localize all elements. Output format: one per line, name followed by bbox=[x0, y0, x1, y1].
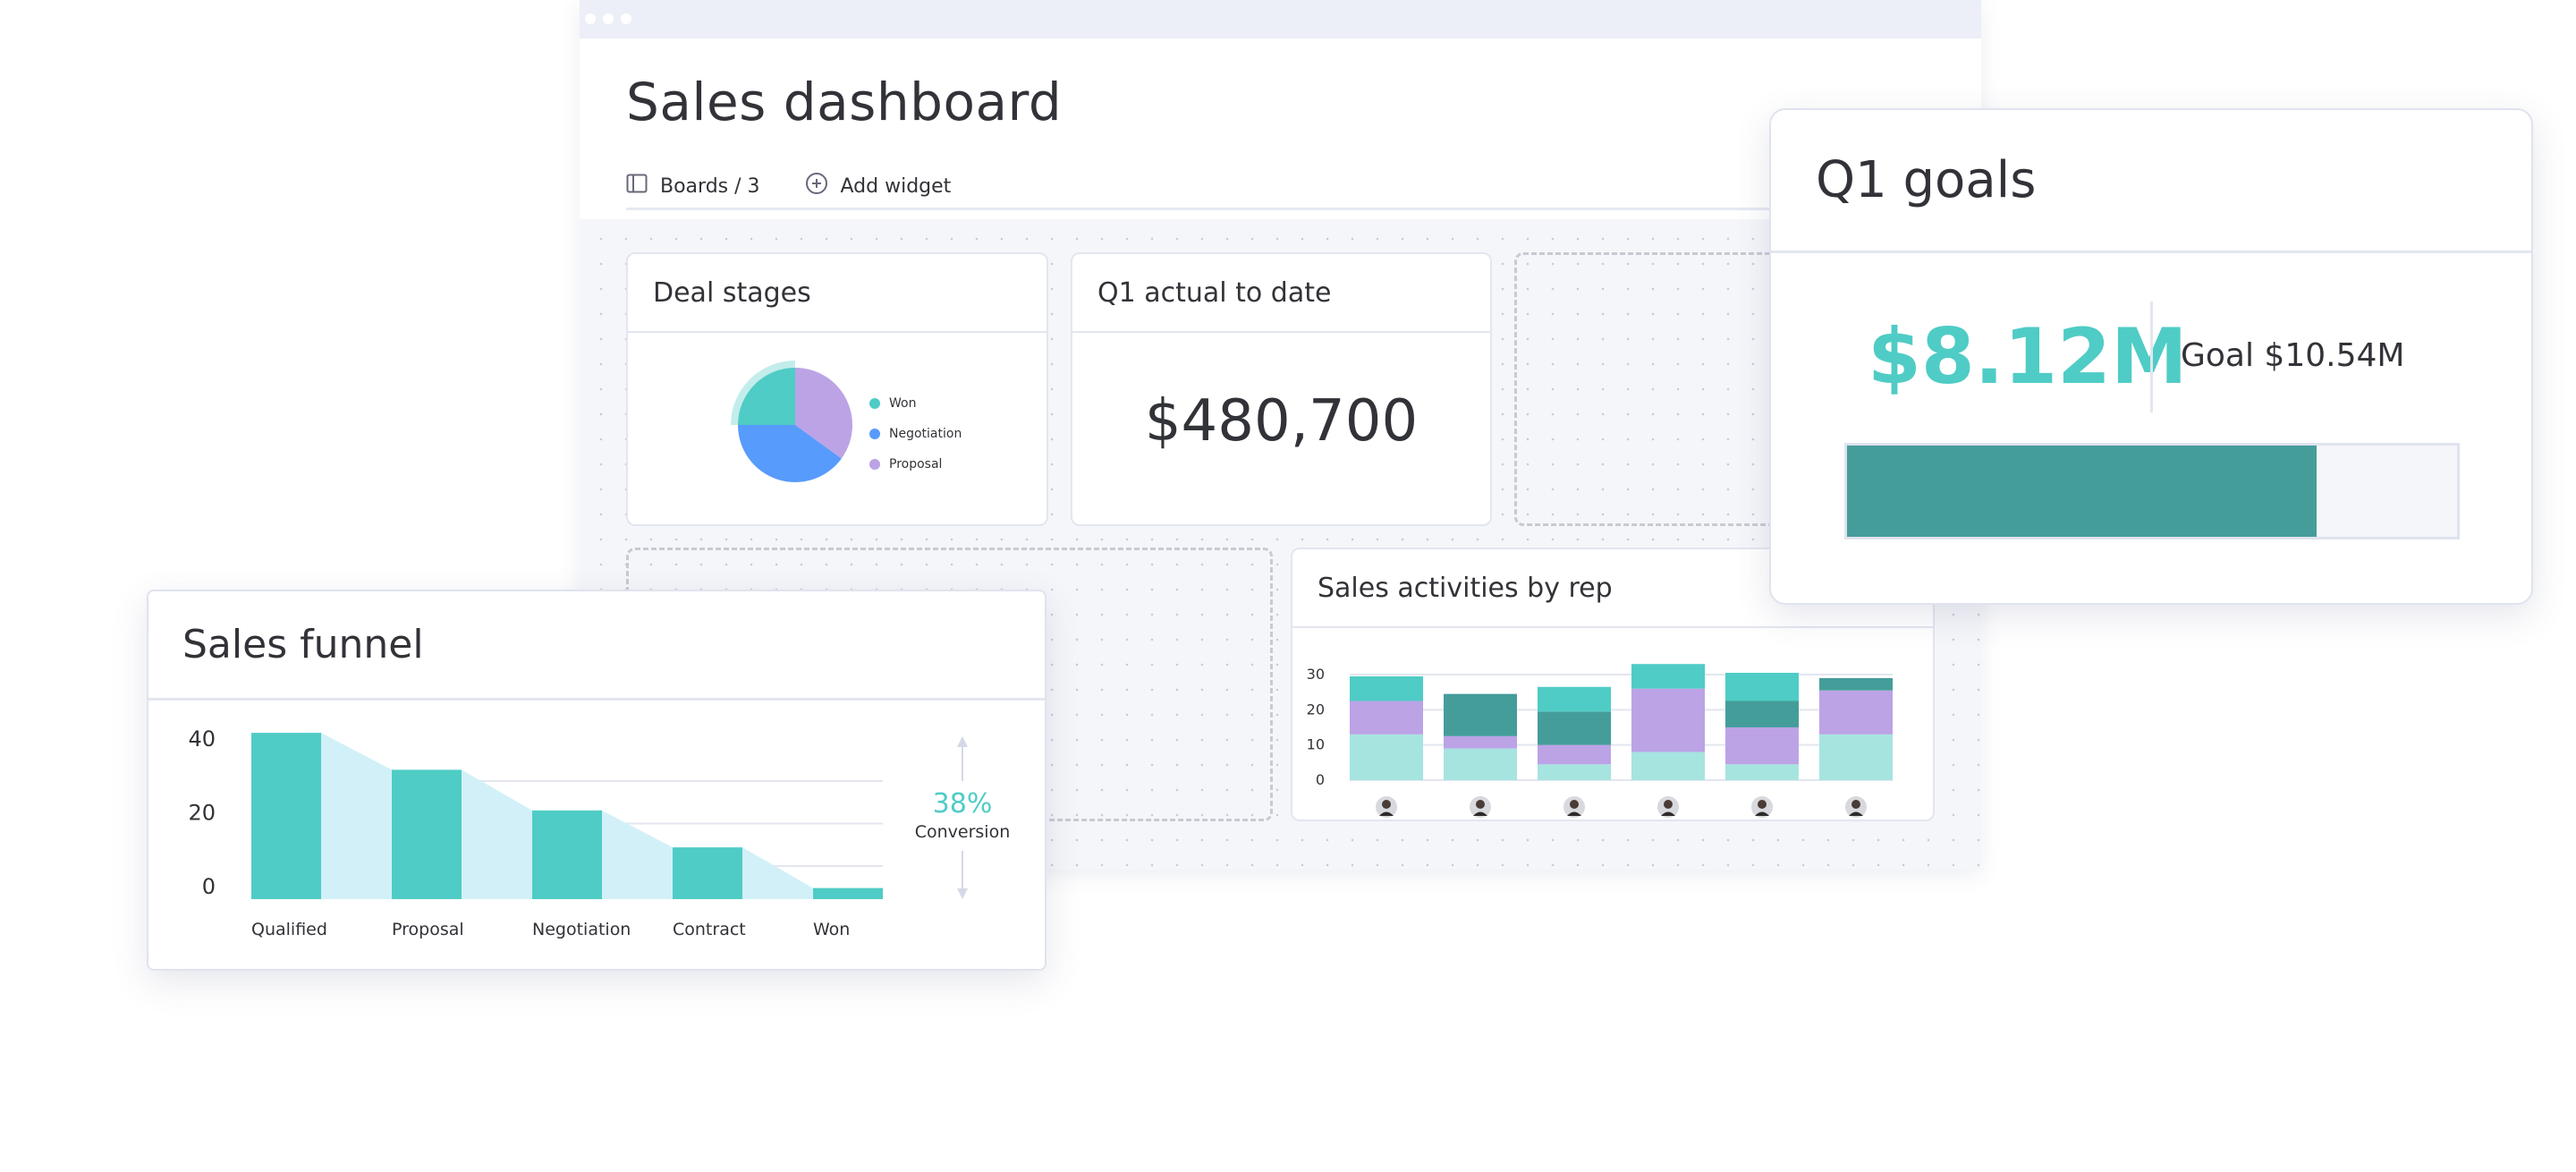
legend-item-won: Won bbox=[869, 388, 962, 419]
activities-y-tick: 20 bbox=[1307, 701, 1325, 718]
window-dot-minimize[interactable] bbox=[603, 13, 614, 24]
conversion-label: Conversion bbox=[914, 822, 1011, 842]
sales-funnel-title: Sales funnel bbox=[148, 591, 1045, 701]
plus-circle-icon bbox=[805, 172, 828, 200]
conversion-value: 38% bbox=[932, 788, 993, 820]
deal-stages-widget[interactable]: Deal stages Won Negotiation Proposal bbox=[626, 252, 1048, 526]
avatar-head-icon bbox=[1476, 800, 1485, 809]
funnel-y-tick: 40 bbox=[188, 726, 216, 752]
q1-goals-title: Q1 goals bbox=[1771, 110, 2531, 253]
activities-y-tick: 30 bbox=[1307, 666, 1325, 683]
conversion-indicator: 38% Conversion bbox=[909, 735, 1016, 904]
activities-segment-teal[interactable] bbox=[1538, 686, 1611, 712]
funnel-x-label: Contract bbox=[673, 920, 746, 939]
activities-segment-dark-teal[interactable] bbox=[1444, 693, 1517, 736]
goal-progress-bar bbox=[1844, 443, 2460, 539]
activities-segment-dark-teal[interactable] bbox=[1819, 677, 1893, 691]
activities-segment-teal[interactable] bbox=[1725, 673, 1799, 701]
activities-segment-purple[interactable] bbox=[1631, 688, 1705, 752]
activities-segment-purple[interactable] bbox=[1725, 727, 1799, 765]
sales-activities-chart: 0 10 20 30 bbox=[1307, 664, 1893, 818]
activities-segment-light-teal[interactable] bbox=[1725, 764, 1799, 780]
legend-dot-proposal bbox=[869, 459, 880, 470]
funnel-bar-negotiation[interactable] bbox=[532, 810, 602, 899]
activities-segment-dark-teal[interactable] bbox=[1538, 711, 1611, 745]
legend-item-negotiation: Negotiation bbox=[869, 419, 962, 449]
q1-goals-target: Goal $10.54M bbox=[2181, 337, 2405, 374]
funnel-x-label: Negotiation bbox=[532, 920, 631, 939]
legend-item-proposal: Proposal bbox=[869, 449, 962, 480]
activities-segment-purple[interactable] bbox=[1444, 735, 1517, 749]
activities-segment-light-teal[interactable] bbox=[1350, 734, 1423, 780]
q1-goals-widget[interactable]: Q1 goals $8.12M Goal $10.54M bbox=[1769, 108, 2533, 605]
add-widget-button[interactable]: Add widget bbox=[805, 172, 952, 200]
funnel-x-label: Proposal bbox=[392, 920, 464, 939]
activities-segment-purple[interactable] bbox=[1350, 701, 1423, 735]
legend-label-proposal: Proposal bbox=[889, 457, 943, 471]
window-titlebar bbox=[580, 0, 1981, 38]
add-widget-label: Add widget bbox=[840, 174, 952, 198]
avatar-head-icon bbox=[1382, 800, 1391, 809]
activities-segment-teal[interactable] bbox=[1350, 675, 1423, 701]
activities-segment-purple[interactable] bbox=[1819, 690, 1893, 735]
pie-slice-won[interactable] bbox=[738, 368, 795, 425]
legend-dot-won bbox=[869, 398, 880, 409]
q1-actual-value: $480,700 bbox=[1144, 388, 1419, 454]
boards-label: Boards / 3 bbox=[660, 174, 760, 198]
funnel-x-label: Won bbox=[813, 920, 850, 939]
funnel-bar-won[interactable] bbox=[813, 887, 883, 899]
funnel-bar-proposal[interactable] bbox=[392, 769, 462, 899]
activities-segment-light-teal[interactable] bbox=[1819, 734, 1893, 780]
goals-divider bbox=[2150, 301, 2153, 412]
dashboard-controls: Boards / 3 Add widget bbox=[626, 170, 996, 202]
deal-stages-pie-chart bbox=[731, 361, 852, 482]
q1-actual-title: Q1 actual to date bbox=[1072, 254, 1490, 333]
activities-y-tick: 10 bbox=[1307, 736, 1325, 753]
pie-legend: Won Negotiation Proposal bbox=[869, 388, 962, 480]
panel-layout-icon bbox=[626, 174, 648, 199]
funnel-x-label: Qualified bbox=[251, 920, 327, 939]
activities-segment-dark-teal[interactable] bbox=[1725, 701, 1799, 728]
boards-button[interactable]: Boards / 3 bbox=[626, 174, 760, 199]
page-title: Sales dashboard bbox=[626, 72, 1063, 132]
q1-actual-widget[interactable]: Q1 actual to date $480,700 bbox=[1071, 252, 1492, 526]
funnel-y-tick: 0 bbox=[202, 874, 216, 899]
header-divider bbox=[626, 208, 1959, 210]
legend-label-negotiation: Negotiation bbox=[889, 427, 962, 441]
window-dot-close[interactable] bbox=[585, 13, 596, 24]
deal-stages-title: Deal stages bbox=[628, 254, 1046, 333]
funnel-bar-contract[interactable] bbox=[673, 847, 742, 899]
goal-progress-fill bbox=[1847, 446, 2318, 537]
funnel-y-tick: 20 bbox=[188, 800, 216, 825]
legend-label-won: Won bbox=[889, 396, 917, 411]
activities-segment-light-teal[interactable] bbox=[1444, 748, 1517, 780]
funnel-bar-qualified[interactable] bbox=[251, 733, 321, 899]
activities-y-tick: 0 bbox=[1316, 771, 1325, 788]
avatar-head-icon bbox=[1664, 800, 1673, 809]
window-dot-maximize[interactable] bbox=[621, 13, 631, 24]
legend-dot-negotiation bbox=[869, 429, 880, 439]
activities-segment-light-teal[interactable] bbox=[1631, 752, 1705, 780]
activities-segment-teal[interactable] bbox=[1631, 664, 1705, 689]
avatar-head-icon bbox=[1570, 800, 1579, 809]
conversion-arrow-icon bbox=[957, 736, 968, 899]
avatar-head-icon bbox=[1852, 800, 1860, 809]
activities-segment-light-teal[interactable] bbox=[1538, 764, 1611, 780]
q1-goals-value: $8.12M bbox=[1868, 312, 2188, 402]
activities-segment-purple[interactable] bbox=[1538, 744, 1611, 765]
sales-funnel-widget[interactable]: Sales funnel Qualified Proposal Negotiatio… bbox=[147, 590, 1046, 971]
avatar-head-icon bbox=[1758, 800, 1767, 809]
